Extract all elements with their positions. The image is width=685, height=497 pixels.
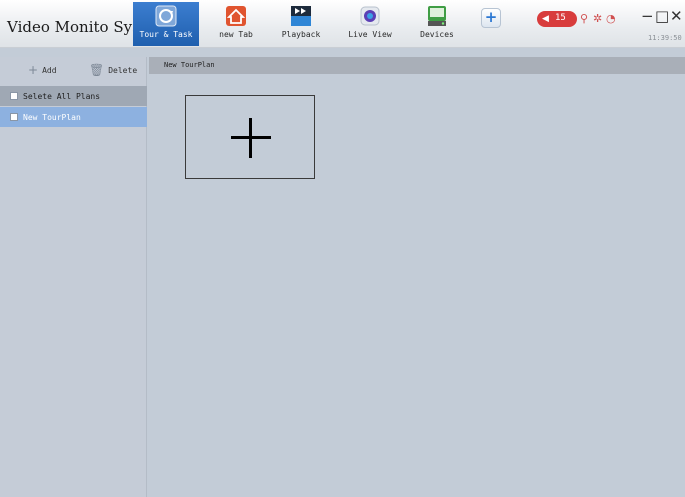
- playback-icon: [291, 6, 311, 26]
- add-task-button[interactable]: [185, 95, 315, 179]
- trash-icon: 🗑: [89, 63, 105, 77]
- select-all-label: Selete All Plans: [23, 91, 101, 101]
- select-all-row[interactable]: Selete All Plans: [0, 86, 147, 106]
- alarm-badge[interactable]: ◀ 15: [537, 11, 577, 27]
- select-all-checkbox[interactable]: [10, 92, 18, 100]
- devices-icon: [428, 6, 446, 26]
- home-icon: [226, 6, 246, 26]
- plan-header: New TourPlan: [149, 57, 685, 74]
- tab-new-tab[interactable]: new Tab: [203, 2, 269, 46]
- user-icon[interactable]: ⚲: [580, 13, 588, 25]
- close-icon[interactable]: ✕: [670, 8, 683, 24]
- plus-icon: +: [28, 63, 39, 77]
- alarm-count: 15: [555, 13, 566, 23]
- plan-checkbox[interactable]: [10, 113, 18, 121]
- add-tab-button[interactable]: +: [481, 8, 501, 28]
- plan-header-title: New TourPlan: [164, 61, 215, 69]
- tab-label: Tour & Task: [139, 30, 193, 39]
- sidebar-toolbar: + Add 🗑 Delete: [0, 57, 147, 85]
- add-label: Add: [42, 65, 57, 75]
- maximize-icon[interactable]: □: [655, 8, 669, 24]
- delete-label: Delete: [108, 65, 138, 75]
- speaker-icon: ◀: [542, 14, 549, 24]
- list-item-plan[interactable]: New TourPlan: [0, 107, 147, 127]
- sidebar: + Add 🗑 Delete Selete All Plans New Tour…: [0, 57, 147, 497]
- app-window: Video Monito System Tour & Task new Tab: [0, 0, 685, 497]
- plan-label: New TourPlan: [23, 112, 81, 122]
- performance-gauge-icon[interactable]: ◔: [606, 13, 616, 25]
- tab-devices[interactable]: Devices: [404, 2, 470, 46]
- live-view-icon: [360, 6, 380, 26]
- tab-label: new Tab: [219, 30, 253, 39]
- minimize-icon[interactable]: −: [641, 8, 654, 24]
- delete-button[interactable]: 🗑 Delete: [89, 64, 137, 76]
- tab-tour-task[interactable]: Tour & Task: [133, 2, 199, 46]
- plus-icon-stroke: [249, 118, 252, 158]
- tab-playback[interactable]: Playback: [268, 2, 334, 46]
- tour-task-icon: [155, 5, 177, 27]
- tab-label: Playback: [281, 30, 321, 39]
- add-button[interactable]: + Add: [28, 64, 57, 76]
- tab-live-view[interactable]: Live View: [337, 2, 403, 46]
- tab-label: Live View: [348, 30, 392, 39]
- title-bar: Video Monito System Tour & Task new Tab: [0, 0, 685, 48]
- clock: 11:39:50: [648, 34, 682, 42]
- tab-label: Devices: [420, 30, 454, 39]
- gear-icon[interactable]: ✲: [593, 13, 602, 25]
